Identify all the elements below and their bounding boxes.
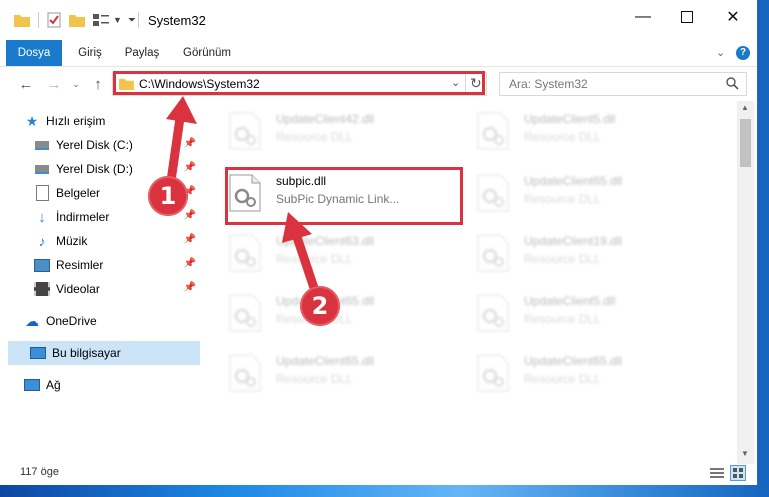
- annotation-arrows: [165, 96, 323, 305]
- step-1-badge: 1: [148, 176, 188, 216]
- step-2-badge: 2: [300, 286, 340, 326]
- arrow-2-head: [282, 212, 312, 243]
- arrow-1-head: [166, 96, 197, 124]
